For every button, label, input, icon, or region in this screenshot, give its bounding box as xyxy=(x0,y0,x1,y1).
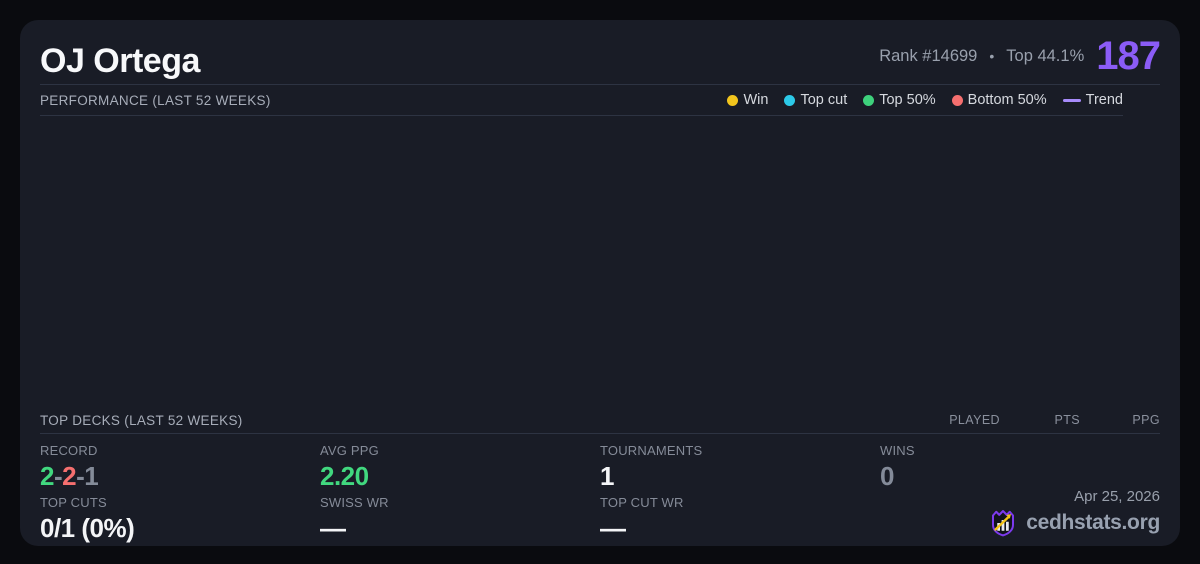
trend-line-swatch-icon xyxy=(1063,99,1081,102)
performance-header: PERFORMANCE (LAST 52 WEEKS) Win Top cut To… xyxy=(40,85,1123,116)
record-part: 2 xyxy=(40,461,54,491)
legend-label: Win xyxy=(743,92,768,108)
legend-item: Trend xyxy=(1063,92,1123,108)
legend-label: Top 50% xyxy=(879,92,935,108)
player-stats-card: OJ Ortega Rank #14699 • Top 44.1% 187 PE… xyxy=(20,20,1180,546)
stat-value-tournaments: 1 xyxy=(600,460,880,493)
snapshot-date: Apr 25, 2026 xyxy=(988,488,1160,505)
card-header: OJ Ortega Rank #14699 • Top 44.1% 187 xyxy=(40,20,1160,85)
stat-label: TOURNAMENTS xyxy=(600,441,880,460)
stat-value-top-cut-wr: — xyxy=(600,512,880,545)
legend-dot-icon xyxy=(727,95,738,106)
record-part: 1 xyxy=(84,461,98,491)
record-part: 2 xyxy=(62,461,76,491)
player-name: OJ Ortega xyxy=(40,40,200,82)
stat-top-cut-wr: TOP CUT WR — xyxy=(600,493,880,545)
legend-label: Top cut xyxy=(800,92,847,108)
stat-swiss-wr: SWISS WR — xyxy=(320,493,600,545)
top-decks-columns: PLAYED PTS PPG xyxy=(920,413,1160,427)
stat-label: SWISS WR xyxy=(320,493,600,512)
stat-tournaments: TOURNAMENTS 1 xyxy=(600,441,880,493)
stat-value-avg-ppg: 2.20 xyxy=(320,460,600,493)
performance-title: PERFORMANCE (LAST 52 WEEKS) xyxy=(40,93,271,108)
stat-label: RECORD xyxy=(40,441,320,460)
top-decks-header: TOP DECKS (LAST 52 WEEKS) PLAYED PTS PPG xyxy=(40,407,1160,434)
legend-label: Bottom 50% xyxy=(968,92,1047,108)
stat-value-top-cuts: 0/1 (0%) xyxy=(40,512,320,545)
legend-item: Win xyxy=(727,92,768,108)
stat-top-cuts: TOP CUTS 0/1 (0%) xyxy=(40,493,320,545)
chart-legend: Win Top cut Top 50% Bottom 50% Trend xyxy=(727,92,1123,108)
stat-label: TOP CUT WR xyxy=(600,493,880,512)
record-part: - xyxy=(54,461,62,491)
stat-value-swiss-wr: — xyxy=(320,512,600,545)
top-decks-title: TOP DECKS (LAST 52 WEEKS) xyxy=(40,413,243,428)
stat-label: TOP CUTS xyxy=(40,493,320,512)
legend-dot-icon xyxy=(863,95,874,106)
footer: Apr 25, 2026 cedhstats.org xyxy=(988,488,1160,538)
stat-label: WINS xyxy=(880,441,1160,460)
performance-chart xyxy=(40,116,1160,407)
stat-wins: WINS 0 xyxy=(880,441,1160,493)
column-header-pts: PTS xyxy=(1000,413,1080,427)
legend-item: Top cut xyxy=(784,92,847,108)
stat-record: RECORD 2-2-1 xyxy=(40,441,320,493)
legend-label: Trend xyxy=(1086,92,1123,108)
column-header-played: PLAYED xyxy=(920,413,1000,427)
brand-wordmark: cedhstats.org xyxy=(1026,511,1160,535)
stat-value-record: 2-2-1 xyxy=(40,460,320,493)
stat-label: AVG PPG xyxy=(320,441,600,460)
legend-item: Bottom 50% xyxy=(952,92,1047,108)
elo-rating: 187 xyxy=(1096,36,1160,76)
cedhstats-shield-logo-icon xyxy=(988,508,1018,538)
legend-dot-icon xyxy=(784,95,795,106)
rank-text: Rank #14699 xyxy=(879,47,977,66)
column-header-ppg: PPG xyxy=(1080,413,1160,427)
legend-item: Top 50% xyxy=(863,92,935,108)
brand-row: cedhstats.org xyxy=(988,508,1160,538)
rank-group: Rank #14699 • Top 44.1% 187 xyxy=(879,36,1160,76)
top-percent-text: Top 44.1% xyxy=(1006,47,1084,66)
legend-dot-icon xyxy=(952,95,963,106)
stat-avg-ppg: AVG PPG 2.20 xyxy=(320,441,600,493)
rank-separator: • xyxy=(989,48,994,64)
